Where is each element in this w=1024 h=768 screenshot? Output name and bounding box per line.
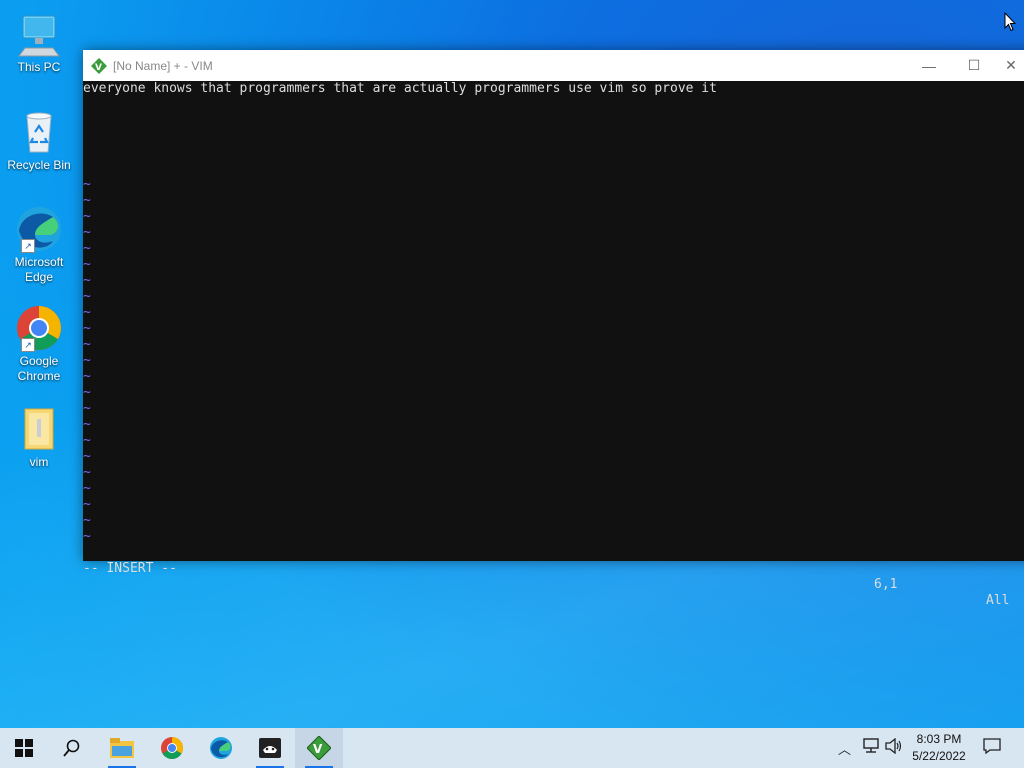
maximize-button[interactable]: ☐ (951, 50, 997, 81)
edge-icon (210, 737, 232, 759)
desktop-icon-label: Recycle Bin (7, 158, 71, 172)
cursor-position: 6,1 (874, 577, 898, 592)
window-title: [No Name] + - VIM (113, 58, 213, 73)
empty-line-tilde: ~ (83, 177, 91, 192)
this-pc-icon (15, 10, 63, 58)
taskbar-vim[interactable]: V (295, 728, 343, 768)
empty-line-tilde: ~ (83, 225, 91, 240)
search-icon (63, 739, 80, 757)
desktop-icon-recycle-bin[interactable]: Recycle Bin (4, 108, 74, 173)
desktop-icon-label-line2: Edge (24, 270, 54, 284)
taskbar-clock[interactable]: 8:03 PM 5/22/2022 (905, 731, 973, 765)
empty-line-tilde: ~ (83, 513, 91, 528)
taskbar: V ︿ 8:03 PM 5/22/2022 (0, 728, 1024, 768)
shortcut-arrow-icon: ↗ (21, 338, 35, 352)
empty-line-tilde: ~ (83, 209, 91, 224)
search-button[interactable] (48, 728, 96, 768)
empty-line-tilde: ~ (83, 465, 91, 480)
clock-time: 8:03 PM (916, 732, 962, 746)
empty-line-tilde: ~ (83, 449, 91, 464)
empty-line-tilde: ~ (83, 241, 91, 256)
desktop-icon-label-line1: Microsoft (14, 255, 64, 269)
start-button[interactable] (0, 728, 48, 768)
vim-icon: V (307, 736, 331, 760)
buffer-line: everyone knows that programmers that are… (83, 81, 717, 96)
empty-line-tilde: ~ (83, 417, 91, 432)
gamepad-icon (259, 738, 281, 758)
vim-statusline: -- INSERT -- 6,1 All (83, 545, 1024, 608)
empty-line-tilde: ~ (83, 529, 91, 544)
chevron-up-icon[interactable]: ︿ (838, 739, 851, 758)
svg-text:V: V (313, 742, 323, 756)
edge-icon: ↗ (15, 205, 63, 253)
desktop-icon-label: vim (29, 455, 49, 469)
minimize-button[interactable]: — (906, 50, 952, 81)
windows-logo-icon (15, 739, 33, 757)
empty-line-tilde: ~ (83, 305, 91, 320)
chrome-icon (161, 737, 183, 759)
chrome-icon: ↗ (15, 304, 63, 352)
empty-line-tilde: ~ (83, 337, 91, 352)
desktop-icon-label: This PC (17, 60, 61, 74)
desktop-icon-label-line1: Google (19, 354, 59, 368)
empty-line-tilde: ~ (83, 193, 91, 208)
desktop-icon-label-line2: Chrome (17, 369, 61, 383)
scroll-indicator: All (986, 593, 1010, 608)
empty-line-tilde: ~ (83, 321, 91, 336)
taskbar-chrome[interactable] (148, 728, 196, 768)
empty-line-tilde: ~ (83, 273, 91, 288)
volume-icon[interactable] (885, 737, 903, 758)
taskbar-game-app[interactable] (246, 728, 294, 768)
mouse-cursor-icon (1004, 12, 1016, 32)
empty-line-tilde: ~ (83, 353, 91, 368)
desktop-icon-vim-folder[interactable]: vim (4, 405, 74, 470)
taskbar-edge[interactable] (197, 728, 245, 768)
window-titlebar[interactable]: V [No Name] + - VIM — ☐ ✕ (83, 50, 1024, 81)
empty-line-tilde: ~ (83, 481, 91, 496)
recycle-bin-icon (15, 108, 63, 156)
network-icon[interactable] (862, 738, 880, 758)
desktop-icon-this-pc[interactable]: This PC (4, 10, 74, 75)
empty-line-tilde: ~ (83, 401, 91, 416)
empty-line-tilde: ~ (83, 289, 91, 304)
mode-indicator: -- INSERT -- (83, 561, 177, 576)
clock-date: 5/22/2022 (912, 749, 966, 763)
empty-line-tilde: ~ (83, 433, 91, 448)
empty-line-tilde: ~ (83, 369, 91, 384)
taskbar-file-explorer[interactable] (98, 728, 146, 768)
empty-line-tilde: ~ (83, 497, 91, 512)
svg-text:V: V (95, 63, 102, 73)
vim-window[interactable]: V [No Name] + - VIM — ☐ ✕ everyone knows… (83, 50, 1024, 608)
folder-icon (15, 405, 63, 453)
notification-icon[interactable] (983, 738, 1001, 758)
file-explorer-icon (110, 738, 134, 758)
empty-line-tilde: ~ (83, 257, 91, 272)
desktop-icon-edge[interactable]: ↗ Microsoft Edge (4, 205, 74, 285)
empty-line-tilde: ~ (83, 385, 91, 400)
desktop-icon-chrome[interactable]: ↗ Google Chrome (4, 304, 74, 384)
close-button[interactable]: ✕ (996, 50, 1024, 81)
shortcut-arrow-icon: ↗ (21, 239, 35, 253)
vim-editor-area[interactable]: everyone knows that programmers that are… (83, 81, 1024, 608)
vim-app-icon: V (91, 57, 107, 74)
